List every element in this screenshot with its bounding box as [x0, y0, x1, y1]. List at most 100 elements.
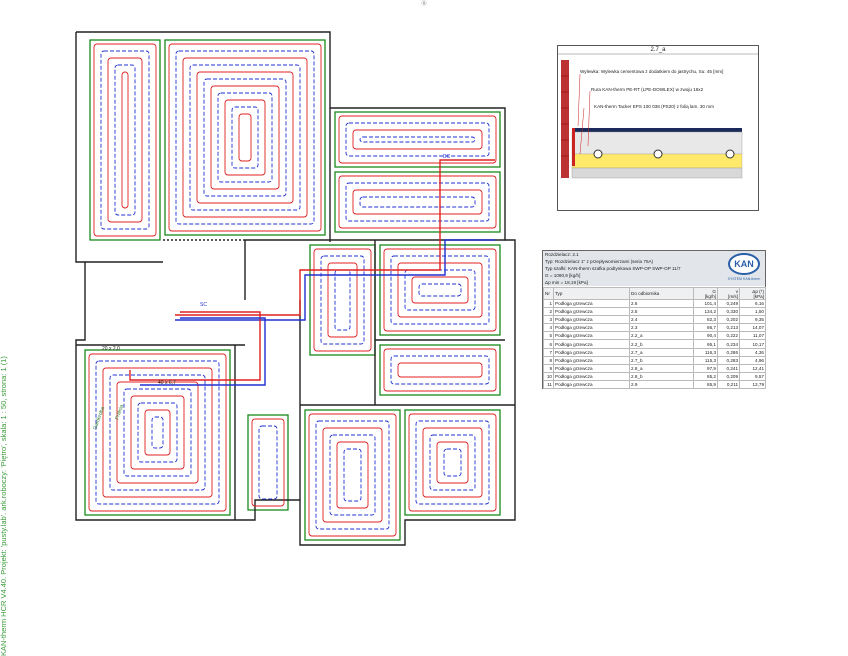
- heating-pipe-loop: [352, 129, 483, 150]
- table-cell: 86,7: [693, 323, 718, 333]
- table-row: 11 Podłoga grzewcza 2.9 85,9 0,211 13,79: [543, 379, 766, 390]
- table-row: 2 Podłoga grzewcza 2.5 134,2 0,330 1,50: [543, 307, 766, 317]
- table-cell: 9,35: [739, 315, 766, 325]
- sc-marker: SC: [200, 302, 207, 308]
- table-cell: Podłoga grzewcza: [553, 298, 630, 309]
- heating-pipe-loop: [130, 395, 185, 470]
- table-cell: 2: [543, 307, 554, 317]
- heating-pipe-loop: [359, 136, 476, 143]
- section-layer-insulation: KAN-therm Tacker EPS 100 038 (PS20) z fo…: [594, 104, 714, 109]
- heating-pipe-loop: [397, 262, 483, 318]
- loops-header-row: Nr Typ Do odbiornika G [kg/h] v [m/s] Δp (*) …: [543, 287, 766, 300]
- table-cell: 82,3: [693, 315, 718, 325]
- table-cell: 10,17: [739, 339, 766, 349]
- heating-zone: [247, 414, 289, 511]
- table-cell: 0,234: [717, 339, 740, 349]
- heating-pipe-loop: [334, 269, 351, 331]
- heating-pipe-loop: [443, 448, 462, 477]
- heating-pipe-loop: [217, 92, 273, 183]
- table-cell: 0,249: [717, 298, 740, 309]
- table-row: 8 Podłoga grzewcza 2.7_b 115,3 0,283 4,96: [543, 355, 766, 365]
- manifold-name: Rozdzielacz: 2.1: [545, 252, 579, 257]
- table-cell: 12,41: [739, 363, 766, 373]
- heating-zone: [89, 39, 161, 241]
- drawing-sheet: Ⓐ KAN-therm HCR V4.40. Projekt: 'pusty.l…: [0, 0, 848, 656]
- table-cell: 0,283: [717, 355, 740, 365]
- table-cell: 90,4: [693, 331, 718, 341]
- heating-zone: [164, 39, 326, 236]
- zone-label-a: 20 x 2,0: [102, 346, 120, 352]
- table-cell: 4: [543, 323, 554, 333]
- loops-column-header: v [m/s]: [717, 287, 740, 300]
- loops-column-header: Nr: [543, 287, 554, 300]
- svg-text:SYSTEM KAN-therm: SYSTEM KAN-therm: [728, 277, 761, 281]
- heating-pipe-loop: [338, 175, 497, 229]
- table-cell: Podłoga grzewcza: [553, 315, 630, 325]
- table-cell: 2.8_b: [629, 371, 694, 381]
- table-cell: 134,2: [693, 307, 718, 317]
- floor-section-panel: 2.7_a Wylewka: Wylewka cementowa z dodat…: [557, 45, 759, 211]
- heating-pipe-loop: [121, 71, 129, 209]
- table-cell: Podłoga grzewcza: [553, 323, 630, 333]
- zone-label-b: 40 x 6,7: [158, 380, 176, 386]
- heating-pipe-loop: [415, 420, 490, 505]
- table-cell: 1: [543, 298, 554, 309]
- table-cell: Podłoga grzewcza: [553, 331, 630, 341]
- heating-pipe-loop: [352, 189, 483, 215]
- table-cell: 2.6: [629, 298, 694, 309]
- dc-marker: DC: [443, 154, 451, 160]
- supply-line: [129, 311, 261, 381]
- heating-pipe-loop: [238, 113, 252, 162]
- loops-column-header: Do odbiornika: [629, 287, 694, 300]
- heating-pipe-loop: [418, 283, 462, 297]
- heating-pipe-loop: [345, 182, 490, 222]
- table-row: 4 Podłoga grzewcza 2.3 86,7 0,213 14,07: [543, 323, 766, 333]
- heating-pipe-loop: [210, 85, 280, 190]
- heating-pipe-loop: [345, 122, 490, 157]
- table-cell: Podłoga grzewcza: [553, 355, 630, 365]
- heating-pipe-loop: [315, 420, 390, 530]
- heating-pipe-loop: [116, 381, 199, 484]
- table-row: 5 Podłoga grzewcza 2.2_a 90,4 0,222 11,07: [543, 331, 766, 341]
- heating-pipe-loop: [404, 269, 476, 311]
- heating-pipe-loop: [137, 402, 178, 463]
- table-row: 7 Podłoga grzewcza 2.7_a 116,3 0,286 4,36: [543, 347, 766, 357]
- table-cell: 0,222: [717, 331, 740, 341]
- table-cell: Podłoga grzewcza: [553, 379, 630, 390]
- heating-pipe-loop: [203, 78, 287, 197]
- heating-pipe-loop: [251, 418, 285, 507]
- table-cell: 13,79: [739, 379, 766, 390]
- table-row: 6 Podłoga grzewcza 2.2_b 95,1 0,234 10,17: [543, 339, 766, 349]
- heating-pipe-loop: [359, 196, 476, 208]
- table-cell: 4,96: [739, 355, 766, 365]
- heating-pipe-loop: [313, 248, 372, 352]
- table-cell: 2.7_a: [629, 347, 694, 357]
- table-cell: 2.2_b: [629, 339, 694, 349]
- table-cell: Podłoga grzewcza: [553, 347, 630, 357]
- table-cell: 95,1: [693, 339, 718, 349]
- table-cell: 2.7_b: [629, 355, 694, 365]
- heating-pipe-loop: [411, 276, 469, 304]
- loops-column-header: Typ: [553, 287, 630, 300]
- table-cell: 2.3: [629, 323, 694, 333]
- table-cell: 6: [543, 339, 554, 349]
- table-row: 1 Podłoga grzewcza 2.6 101,4 0,249 6,16: [543, 298, 766, 309]
- table-row: 3 Podłoga grzewcza 2.4 82,3 0,202 9,35: [543, 315, 766, 325]
- table-cell: 8: [543, 355, 554, 365]
- heating-pipe-loop: [189, 64, 301, 211]
- heating-zone: [304, 409, 401, 541]
- table-cell: 0,330: [717, 307, 740, 317]
- table-cell: 0,211: [717, 379, 740, 390]
- pressure-drop: Δp min = 18,19 [kPa]: [545, 280, 588, 285]
- table-cell: Podłoga grzewcza: [553, 339, 630, 349]
- table-cell: 2.5: [629, 307, 694, 317]
- manifold-lines: [129, 159, 495, 386]
- kan-logo: KAN SYSTEM KAN-therm: [728, 253, 761, 281]
- heating-pipe-loop: [308, 413, 397, 537]
- heating-pipe-loop: [231, 106, 259, 169]
- heating-pipe-loop: [224, 99, 266, 176]
- heating-zone: [309, 244, 376, 356]
- loops-table: Nr Typ Do odbiornika G [kg/h] v [m/s] Δp (*) …: [543, 287, 766, 390]
- heating-pipe-loop: [107, 57, 143, 223]
- table-row: 10 Podłoga grzewcza 2.8_b 85,2 0,209 9,57: [543, 371, 766, 381]
